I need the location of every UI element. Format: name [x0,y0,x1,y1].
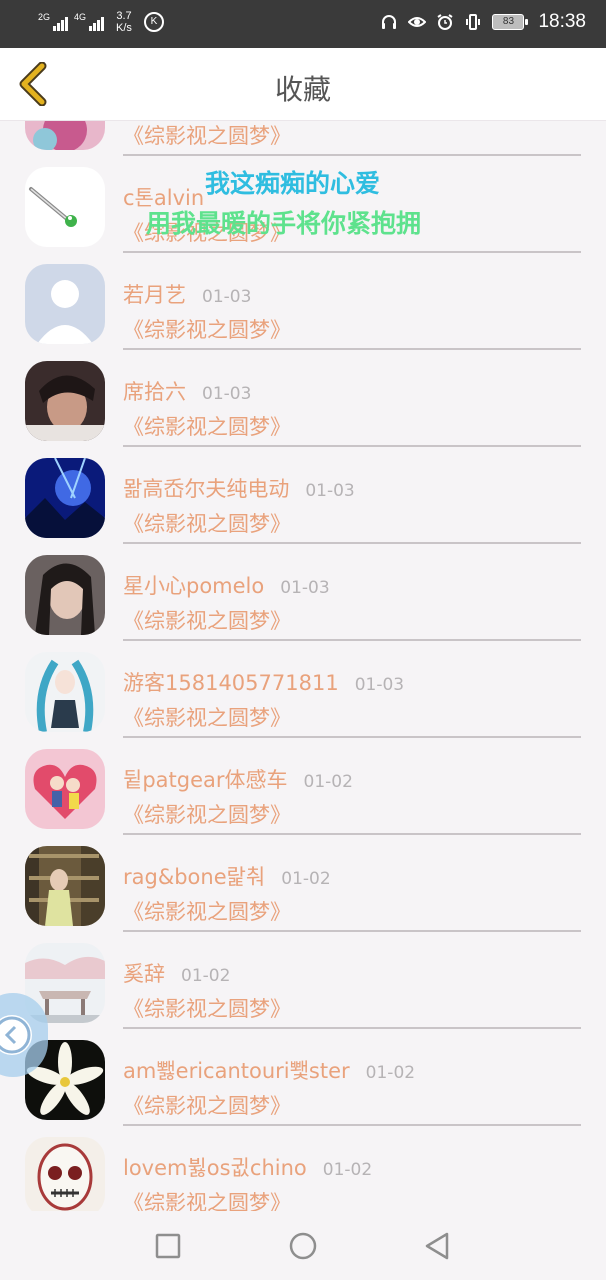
user-name: rag&bone랉춰 [123,865,266,889]
headset-icon [382,15,397,29]
list-item[interactable]: 《综影视之圆梦》 [0,121,606,157]
list-item[interactable]: rag&bone랉춰 01-02 《综影视之圆梦》 [0,836,606,933]
home-circle-icon[interactable] [286,1229,320,1263]
user-name: 席拾六 [123,380,186,404]
list-item[interactable]: lovem뷣os귒chino 01-02 《综影视之圆梦》 [0,1127,606,1211]
work-title: 《综影视之圆梦》 [123,1191,291,1211]
page-title: 收藏 [274,73,331,106]
divider [123,736,581,738]
divider [123,154,581,156]
list-item[interactable]: am뾇ericantouri뾏ster 01-02 《综影视之圆梦》 [0,1030,606,1127]
alarm-icon [437,14,454,30]
k-badge-icon: K [143,12,164,32]
work-title: 《综影视之圆梦》 [123,1094,291,1118]
user-name: 뒽patgear体感车 [123,768,288,792]
work-title: 《综影视之圆梦》 [123,124,291,148]
user-name: 星小心pomelo [123,574,265,598]
item-date: 01-02 [365,1063,416,1083]
work-title: 《综影视之圆梦》 [123,997,291,1021]
divider [123,930,581,932]
divider [123,1124,581,1126]
system-nav-bar [0,1211,606,1280]
avatar [25,167,105,247]
user-name: lovem뷣os귒chino [123,1156,307,1180]
clock: 18:38 [538,11,586,32]
divider [123,1027,581,1029]
item-date: 01-03 [202,384,252,404]
network-speed: 3.7 K/s [116,10,132,34]
status-bar: 2G 4G 3.7 K/s K 83 18:38 [0,0,606,48]
list-item[interactable]: 游客1581405771811 01-03 《综影视之圆梦》 [0,642,606,739]
item-date: 01-02 [303,772,353,792]
item-date: 01-03 [354,675,405,695]
user-name: 游客1581405771811 [123,671,339,695]
header-bar: 收藏 [0,48,606,121]
user-name: 奚辞 [123,962,165,986]
lyric-line-1: 我这痴痴的心爱 [205,169,381,198]
work-title: 《综影视之圆梦》 [123,415,291,439]
avatar [25,458,105,538]
divider [123,445,581,447]
work-title: 《综影视之圆梦》 [123,609,291,633]
signal-2g-icon: 2G [38,13,69,31]
avatar [25,264,105,344]
chevron-left-circle-icon [0,1016,31,1054]
signal-4g-icon: 4G [74,13,105,31]
vibrate-icon [466,14,481,30]
item-date: 01-02 [322,1160,373,1180]
divider [123,542,581,544]
avatar [25,652,105,732]
avatar [25,555,105,635]
lyric-line-2: 用我最暖的手将你紧抱拥 [146,209,422,238]
work-title: 《综影视之圆梦》 [123,512,291,536]
divider [123,348,581,350]
work-title: 《综影视之圆梦》 [123,706,291,730]
list-item[interactable]: 若月艺 01-03 《综影视之圆梦》 [0,254,606,351]
avatar [25,121,105,150]
eye-icon [408,17,427,27]
item-date: 01-02 [281,869,331,889]
battery-icon: 83 [492,14,529,30]
list-item[interactable]: 星小心pomelo 01-03 《综影视之圆梦》 [0,545,606,642]
list-item[interactable]: 席拾六 01-03 《综影视之圆梦》 [0,351,606,448]
avatar [25,749,105,829]
avatar [25,361,105,441]
avatar [25,1137,105,1211]
user-name: 뫎高岙尔夫纯电动 [123,477,290,501]
item-date: 01-03 [202,287,252,307]
list-item[interactable]: 뫎高岙尔夫纯电动 01-03 《综影视之圆梦》 [0,448,606,545]
item-date: 01-03 [305,481,355,501]
item-date: 01-03 [280,578,330,598]
user-name: 若月艺 [123,283,186,307]
item-date: 01-02 [181,966,231,986]
work-title: 《综影视之圆梦》 [123,900,291,924]
list-item[interactable]: 뒽patgear体感车 01-02 《综影视之圆梦》 [0,739,606,836]
user-name: am뾇ericantouri뾏ster [123,1059,350,1083]
favorites-list[interactable]: 《综影视之圆梦》 c톤alvin 《综影视之圆梦》 若月艺 01-03 《综影视之… [0,121,606,1211]
work-title: 《综影视之圆梦》 [123,318,291,342]
list-item[interactable]: 奚辞 01-02 《综影视之圆梦》 [0,933,606,1030]
divider [123,833,581,835]
divider [123,251,581,253]
back-triangle-icon[interactable] [421,1229,455,1263]
divider [123,639,581,641]
work-title: 《综影视之圆梦》 [123,803,291,827]
recent-apps-square-icon[interactable] [151,1229,185,1263]
avatar [25,846,105,926]
